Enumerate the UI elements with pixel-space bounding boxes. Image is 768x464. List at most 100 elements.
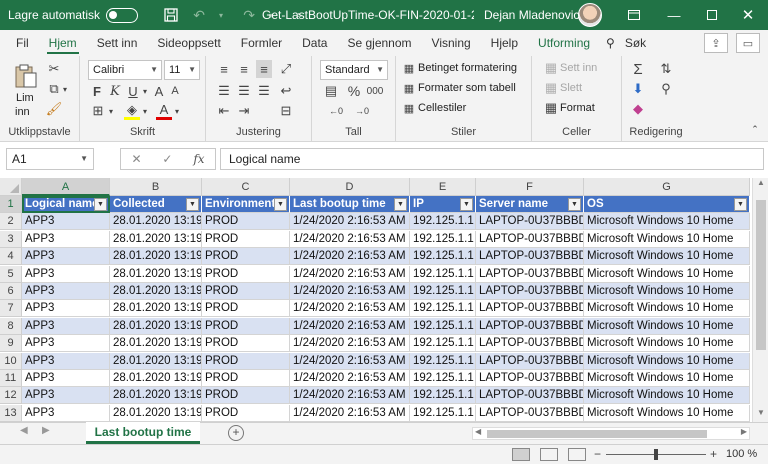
borders-icon[interactable]: ⊞: [90, 102, 106, 120]
decrease-indent-icon[interactable]: ⇤: [216, 102, 232, 120]
collapse-ribbon-icon[interactable]: ⌃: [748, 122, 762, 136]
table-cell[interactable]: 28.01.2020 13:19: [110, 248, 202, 266]
font-size-select[interactable]: 11 ▼: [164, 60, 200, 80]
italic-icon[interactable]: K: [108, 82, 122, 100]
table-cell[interactable]: Microsoft Windows 10 Home: [584, 317, 750, 335]
number-format-select[interactable]: Standard ▼: [320, 60, 388, 80]
row-header-2[interactable]: 2: [0, 213, 22, 231]
table-cell[interactable]: LAPTOP-0U37BBBD: [476, 335, 584, 353]
filter-dropdown-icon[interactable]: ▼: [734, 198, 747, 211]
row-header-8[interactable]: 8: [0, 317, 22, 335]
font-color-icon[interactable]: A: [156, 102, 172, 120]
table-cell[interactable]: 1/24/2020 2:16:53 AM: [290, 230, 410, 248]
autosum-icon[interactable]: Σ: [630, 60, 646, 78]
table-cell[interactable]: APP3: [22, 335, 110, 353]
table-cell[interactable]: PROD: [202, 370, 290, 387]
table-cell[interactable]: LAPTOP-0U37BBBD: [476, 352, 584, 370]
paste-icon[interactable]: [12, 62, 40, 90]
table-cell[interactable]: PROD: [202, 404, 290, 422]
table-cell[interactable]: Microsoft Windows 10 Home: [584, 265, 750, 283]
scroll-left-icon[interactable]: ◀: [475, 427, 481, 436]
table-cell[interactable]: Microsoft Windows 10 Home: [584, 248, 750, 266]
borders-dropdown-icon[interactable]: ▾: [106, 102, 116, 120]
next-sheet-icon[interactable]: ▶: [42, 425, 50, 436]
paste-label-1[interactable]: Lim: [16, 92, 34, 104]
conditional-formatting-icon[interactable]: ▦: [402, 60, 416, 76]
row-header-6[interactable]: 6: [0, 283, 22, 300]
table-cell[interactable]: APP3: [22, 230, 110, 248]
cancel-icon[interactable]: ✕: [131, 152, 141, 166]
fill-color-icon[interactable]: ◈: [124, 102, 140, 120]
row-header-10[interactable]: 10: [0, 352, 22, 370]
table-cell[interactable]: 192.125.1.1: [410, 387, 476, 405]
table-cell[interactable]: LAPTOP-0U37BBBD: [476, 248, 584, 266]
search-icon[interactable]: ⚲: [600, 30, 625, 56]
insert-function-icon[interactable]: fx: [193, 152, 204, 166]
align-center-icon[interactable]: ☰: [236, 82, 252, 100]
tab-insert[interactable]: Sett inn: [87, 30, 148, 56]
fill-color-dropdown-icon[interactable]: ▾: [140, 102, 150, 120]
table-cell[interactable]: 192.125.1.1: [410, 248, 476, 266]
table-cell[interactable]: 192.125.1.1: [410, 265, 476, 283]
table-cell[interactable]: 28.01.2020 13:19: [110, 335, 202, 353]
tab-home[interactable]: Hjem: [39, 30, 87, 56]
insert-cells-icon[interactable]: ▦: [544, 60, 558, 76]
table-cell[interactable]: Microsoft Windows 10 Home: [584, 387, 750, 405]
zoom-level[interactable]: 100 %: [726, 448, 757, 460]
table-cell[interactable]: 28.01.2020 13:19: [110, 370, 202, 387]
table-cell[interactable]: 192.125.1.1: [410, 352, 476, 370]
select-all-corner[interactable]: [0, 178, 22, 196]
tab-design[interactable]: Utforming: [528, 30, 600, 56]
vertical-scroll-thumb[interactable]: [756, 200, 766, 350]
tab-file[interactable]: Fil: [0, 30, 39, 56]
tab-help[interactable]: Hjelp: [481, 30, 528, 56]
copy-dropdown-icon[interactable]: ▾: [60, 80, 70, 98]
save-icon[interactable]: [160, 4, 182, 26]
table-cell[interactable]: PROD: [202, 265, 290, 283]
table-cell[interactable]: APP3: [22, 404, 110, 422]
column-header-f[interactable]: F: [476, 178, 584, 196]
font-name-select[interactable]: Calibri ▼: [88, 60, 162, 80]
row-header-1[interactable]: 1: [0, 196, 22, 213]
ribbon-display-options-icon[interactable]: [614, 0, 654, 30]
name-box-dropdown-icon[interactable]: ▼: [80, 149, 88, 169]
table-cell[interactable]: 1/24/2020 2:16:53 AM: [290, 404, 410, 422]
font-grow-icon[interactable]: A: [152, 82, 166, 100]
table-cell[interactable]: LAPTOP-0U37BBBD: [476, 404, 584, 422]
row-header-11[interactable]: 11: [0, 370, 22, 387]
align-middle-icon[interactable]: ≡: [236, 60, 252, 78]
tab-view[interactable]: Visning: [422, 30, 481, 56]
table-cell[interactable]: Microsoft Windows 10 Home: [584, 335, 750, 353]
autosave-toggle[interactable]: [106, 7, 139, 23]
insert-cells-button[interactable]: Sett inn: [560, 62, 597, 74]
table-cell[interactable]: LAPTOP-0U37BBBD: [476, 213, 584, 231]
table-header-cell[interactable]: Environment ▼: [202, 196, 290, 213]
normal-view-icon[interactable]: [512, 448, 530, 461]
enter-icon[interactable]: ✓: [162, 152, 172, 166]
delete-cells-icon[interactable]: ▦: [544, 80, 558, 96]
undo-dropdown-icon[interactable]: ▾: [210, 4, 232, 26]
find-select-icon[interactable]: ⚲: [658, 80, 674, 98]
table-cell[interactable]: 28.01.2020 13:19: [110, 230, 202, 248]
format-cells-button[interactable]: Format: [560, 102, 595, 114]
table-cell[interactable]: 28.01.2020 13:19: [110, 300, 202, 318]
undo-icon[interactable]: ↶: [188, 4, 210, 26]
table-cell[interactable]: APP3: [22, 265, 110, 283]
percent-icon[interactable]: %: [346, 82, 362, 100]
filter-dropdown-icon[interactable]: ▼: [274, 198, 287, 211]
table-cell[interactable]: APP3: [22, 352, 110, 370]
table-cell[interactable]: APP3: [22, 387, 110, 405]
increase-decimal-icon[interactable]: ←0: [326, 102, 346, 120]
scroll-down-icon[interactable]: ▼: [753, 408, 768, 422]
align-right-icon[interactable]: ☰: [256, 82, 272, 100]
align-bottom-icon[interactable]: ≡: [256, 60, 272, 78]
search-label[interactable]: Søk: [625, 30, 656, 56]
table-cell[interactable]: APP3: [22, 248, 110, 266]
accounting-format-icon[interactable]: ▤: [322, 82, 340, 100]
table-cell[interactable]: APP3: [22, 300, 110, 318]
sort-filter-icon[interactable]: ⇅: [658, 60, 674, 78]
vertical-scrollbar[interactable]: ▲ ▼: [752, 178, 768, 422]
table-cell[interactable]: 192.125.1.1: [410, 283, 476, 300]
table-cell[interactable]: 1/24/2020 2:16:53 AM: [290, 248, 410, 266]
table-cell[interactable]: PROD: [202, 317, 290, 335]
